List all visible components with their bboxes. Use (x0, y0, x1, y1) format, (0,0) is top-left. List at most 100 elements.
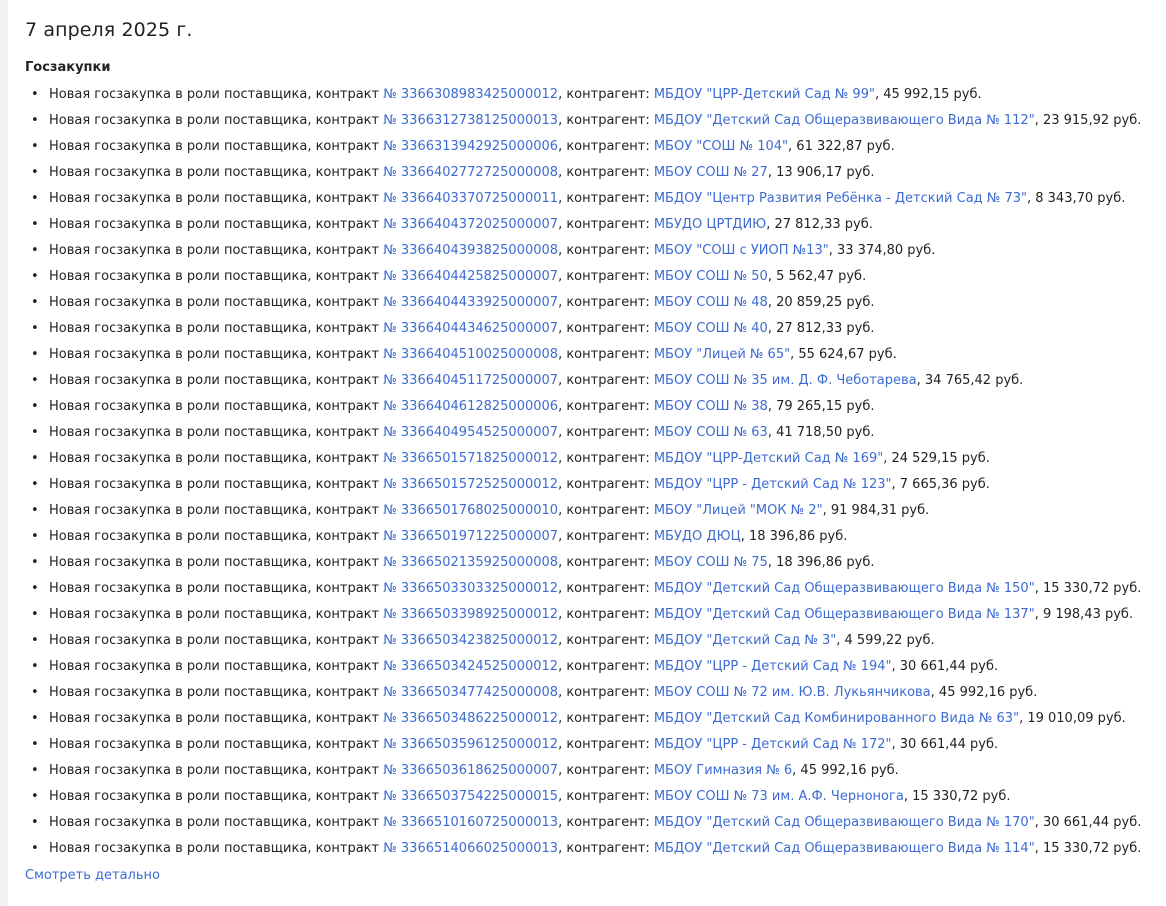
list-item: • Новая госзакупка в роли поставщика, кон… (25, 316, 1158, 342)
view-details-link[interactable]: Смотреть детально (25, 867, 160, 885)
counterparty-link[interactable]: МБОУ СОШ № 72 им. Ю.В. Лукьянчикова (654, 685, 931, 700)
amount: , 19 010,09 руб. (1019, 711, 1126, 726)
item-prefix: Новая госзакупка в роли поставщика, конт… (49, 607, 384, 622)
bullet-icon: • (31, 451, 39, 466)
contract-link[interactable]: № 3366502135925000008 (383, 555, 558, 570)
contract-link[interactable]: № 3366402772725000008 (383, 165, 558, 180)
contract-link[interactable]: № 3366312738125000013 (383, 113, 558, 128)
counterparty-label: , контрагент: (558, 191, 654, 206)
contract-link[interactable]: № 3366313942925000006 (383, 139, 558, 154)
counterparty-link[interactable]: МБОУ СОШ № 48 (654, 295, 768, 310)
item-prefix: Новая госзакупка в роли поставщика, конт… (49, 685, 384, 700)
list-item: • Новая госзакупка в роли поставщика, кон… (25, 212, 1158, 238)
counterparty-link[interactable]: МБОУ "Лицей № 65" (654, 347, 790, 362)
counterparty-label: , контрагент: (558, 113, 654, 128)
contract-link[interactable]: № 3366404511725000007 (383, 373, 558, 388)
contract-link[interactable]: № 3366503424525000012 (383, 659, 558, 674)
contract-link[interactable]: № 3366503486225000012 (383, 711, 558, 726)
counterparty-label: , контрагент: (558, 347, 654, 362)
contract-link[interactable]: № 3366514066025000013 (383, 841, 558, 856)
counterparty-link[interactable]: МБОУ "Лицей "МОК № 2" (654, 503, 823, 518)
contract-link[interactable]: № 3366503423825000012 (383, 633, 558, 648)
counterparty-link[interactable]: МБОУ СОШ № 75 (654, 555, 768, 570)
counterparty-link[interactable]: МБОУ СОШ № 40 (654, 321, 768, 336)
list-item: • Новая госзакупка в роли поставщика, кон… (25, 472, 1158, 498)
contract-link[interactable]: № 3366404612825000006 (383, 399, 558, 414)
item-prefix: Новая госзакупка в роли поставщика, конт… (49, 139, 384, 154)
list-item: • Новая госзакупка в роли поставщика, кон… (25, 836, 1158, 862)
item-prefix: Новая госзакупка в роли поставщика, конт… (49, 503, 384, 518)
bullet-icon: • (31, 789, 39, 804)
counterparty-link[interactable]: МБДОУ "ЦРР-Детский Сад № 99" (654, 87, 875, 102)
counterparty-label: , контрагент: (558, 295, 654, 310)
list-item: • Новая госзакупка в роли поставщика, кон… (25, 680, 1158, 706)
contract-link[interactable]: № 3366501768025000010 (383, 503, 558, 518)
date-heading: 7 апреля 2025 г. (25, 19, 193, 41)
contract-link[interactable]: № 3366503303325000012 (383, 581, 558, 596)
contract-link[interactable]: № 3366501971225000007 (383, 529, 558, 544)
contract-link[interactable]: № 3366404954525000007 (383, 425, 558, 440)
contract-link[interactable]: № 3366404425825000007 (383, 269, 558, 284)
counterparty-link[interactable]: МБДОУ "Детский Сад № 3" (654, 633, 836, 648)
item-prefix: Новая госзакупка в роли поставщика, конт… (49, 789, 384, 804)
bullet-icon: • (31, 503, 39, 518)
amount: , 30 661,44 руб. (1034, 815, 1142, 830)
item-prefix: Новая госзакупка в роли поставщика, конт… (49, 555, 384, 570)
counterparty-link[interactable]: МБУДО ДЮЦ (654, 529, 741, 544)
list-item: • Новая госзакупка в роли поставщика, кон… (25, 82, 1158, 108)
contract-link[interactable]: № 3366404434625000007 (383, 321, 558, 336)
list-item: • Новая госзакупка в роли поставщика, кон… (25, 498, 1158, 524)
contract-link[interactable]: № 3366503754225000015 (383, 789, 558, 804)
counterparty-link[interactable]: МБОУ СОШ № 63 (654, 425, 768, 440)
bullet-icon: • (31, 737, 39, 752)
contract-link[interactable]: № 3366503477425000008 (383, 685, 558, 700)
counterparty-link[interactable]: МБОУ СОШ № 73 им. А.Ф. Чернонога (654, 789, 904, 804)
contract-link[interactable]: № 3366308983425000012 (383, 87, 558, 102)
counterparty-link[interactable]: МБДОУ "ЦРР - Детский Сад № 172" (654, 737, 892, 752)
counterparty-link[interactable]: МБУДО ЦРТДИЮ (654, 217, 766, 232)
page: 7 апреля 2025 г. Госзакупки • Новая госза… (0, 0, 1166, 906)
contract-link[interactable]: № 3366404433925000007 (383, 295, 558, 310)
contract-link[interactable]: № 3366503596125000012 (383, 737, 558, 752)
item-prefix: Новая госзакупка в роли поставщика, конт… (49, 113, 384, 128)
amount: , 45 992,15 руб. (874, 87, 982, 102)
counterparty-link[interactable]: МБДОУ "Детский Сад Общеразвивающего Вида… (654, 841, 1035, 856)
contract-link[interactable]: № 3366503618625000007 (383, 763, 558, 778)
counterparty-link[interactable]: МБДОУ "Детский Сад Комбинированного Вида… (654, 711, 1019, 726)
counterparty-link[interactable]: МБОУ "СОШ № 104" (654, 139, 788, 154)
contract-link[interactable]: № 3366404393825000008 (383, 243, 558, 258)
counterparty-link[interactable]: МБОУ СОШ № 38 (654, 399, 768, 414)
counterparty-label: , контрагент: (558, 841, 654, 856)
counterparty-link[interactable]: МБОУ СОШ № 27 (654, 165, 768, 180)
contract-link[interactable]: № 3366510160725000013 (383, 815, 558, 830)
counterparty-link[interactable]: МБДОУ "Детский Сад Общеразвивающего Вида… (654, 607, 1035, 622)
contract-link[interactable]: № 3366404510025000008 (383, 347, 558, 362)
item-prefix: Новая госзакупка в роли поставщика, конт… (49, 659, 384, 674)
counterparty-link[interactable]: МБДОУ "Детский Сад Общеразвивающего Вида… (654, 815, 1035, 830)
amount: , 20 859,25 руб. (767, 295, 875, 310)
counterparty-link[interactable]: МБДОУ "ЦРР-Детский Сад № 169" (654, 451, 883, 466)
counterparty-link[interactable]: МБДОУ "ЦРР - Детский Сад № 123" (654, 477, 892, 492)
contract-link[interactable]: № 3366403370725000011 (383, 191, 558, 206)
bullet-icon: • (31, 607, 39, 622)
amount: , 7 665,36 руб. (891, 477, 990, 492)
contract-link[interactable]: № 3366501571825000012 (383, 451, 558, 466)
counterparty-link[interactable]: МБДОУ "Детский Сад Общеразвивающего Вида… (654, 113, 1035, 128)
counterparty-label: , контрагент: (558, 581, 654, 596)
contract-link[interactable]: № 3366503398925000012 (383, 607, 558, 622)
contract-link[interactable]: № 3366404372025000007 (383, 217, 558, 232)
bullet-icon: • (31, 399, 39, 414)
counterparty-link[interactable]: МБОУ Гимназия № 6 (654, 763, 792, 778)
bullet-icon: • (31, 659, 39, 674)
counterparty-link[interactable]: МБДОУ "ЦРР - Детский Сад № 194" (654, 659, 892, 674)
counterparty-link[interactable]: МБОУ СОШ № 50 (654, 269, 768, 284)
counterparty-link[interactable]: МБДОУ "Детский Сад Общеразвивающего Вида… (654, 581, 1035, 596)
contract-link[interactable]: № 3366501572525000012 (383, 477, 558, 492)
counterparty-label: , контрагент: (558, 217, 654, 232)
list-item: • Новая госзакупка в роли поставщика, кон… (25, 264, 1158, 290)
counterparty-link[interactable]: МБОУ "СОШ с УИОП №13" (654, 243, 829, 258)
counterparty-link[interactable]: МБОУ СОШ № 35 им. Д. Ф. Чеботарева (654, 373, 917, 388)
item-prefix: Новая госзакупка в роли поставщика, конт… (49, 347, 384, 362)
item-prefix: Новая госзакупка в роли поставщика, конт… (49, 399, 384, 414)
counterparty-link[interactable]: МБДОУ "Центр Развития Ребёнка - Детский … (654, 191, 1027, 206)
